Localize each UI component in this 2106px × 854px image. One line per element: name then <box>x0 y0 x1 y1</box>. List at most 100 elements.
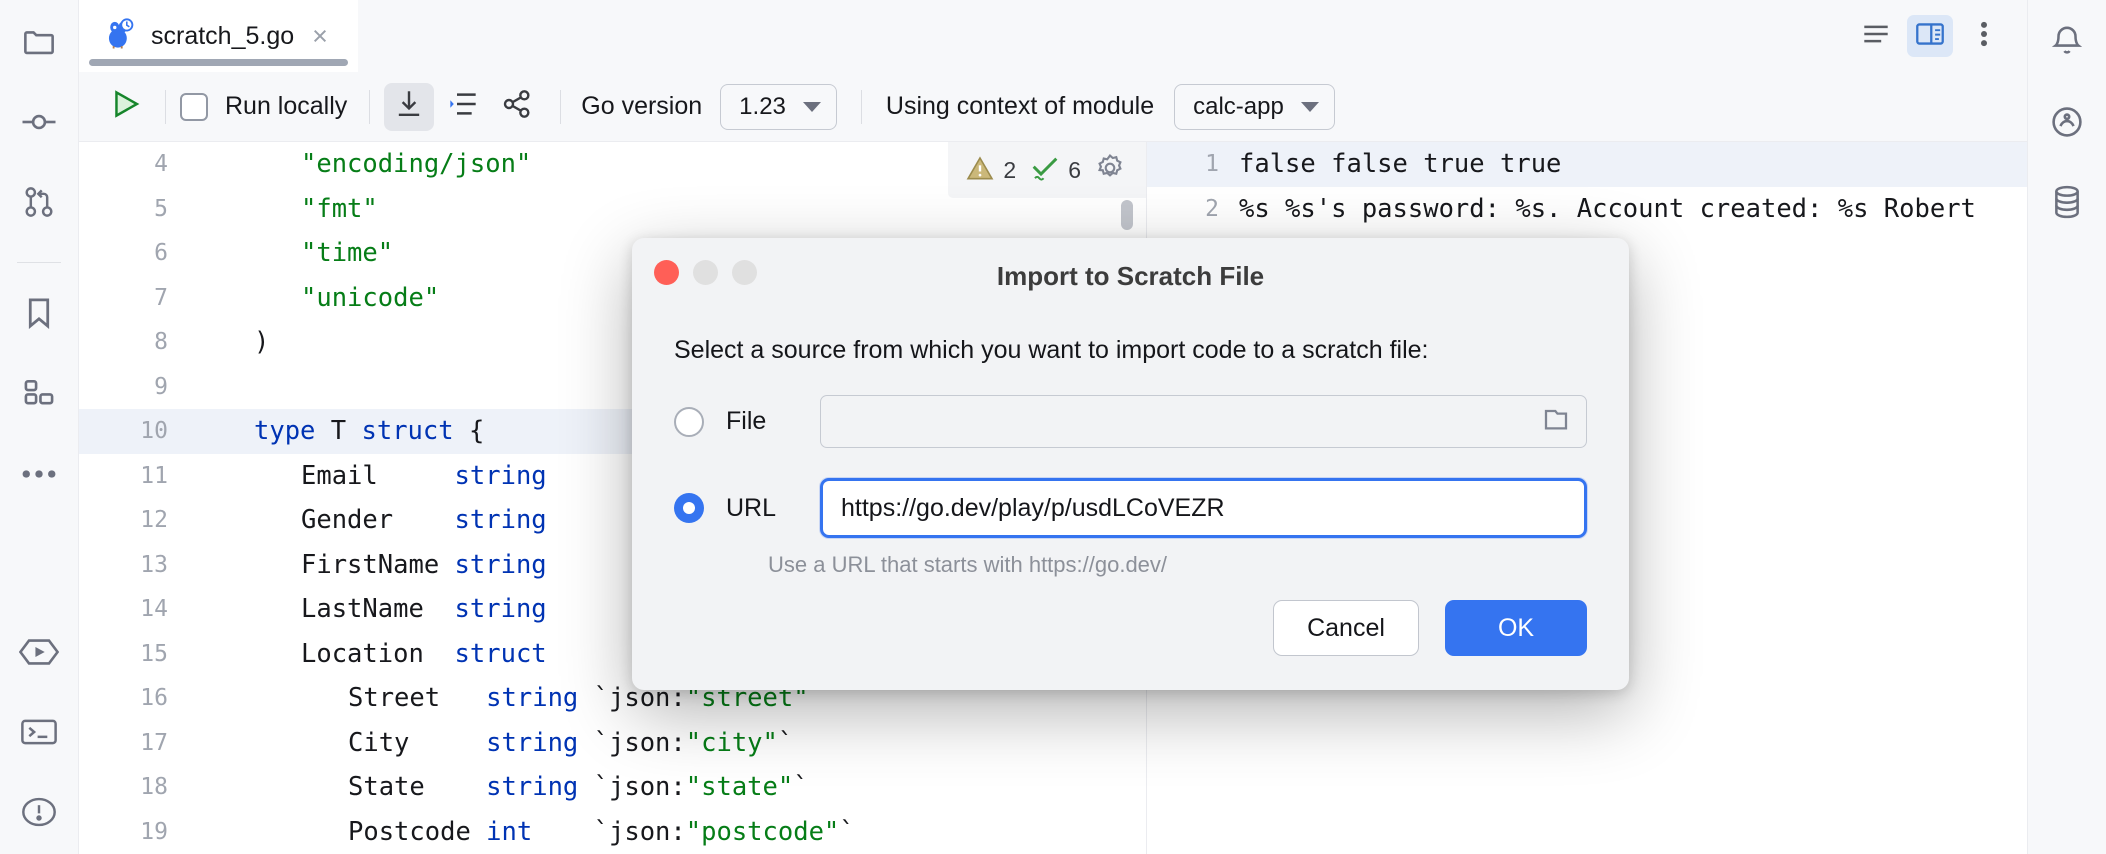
share-button[interactable] <box>492 83 542 131</box>
run-locally-checkbox[interactable]: Run locally <box>180 72 347 142</box>
code-text: "time" <box>301 238 394 269</box>
gear-icon[interactable] <box>1096 153 1124 187</box>
import-to-scratch-file-dialog: Import to Scratch File Select a source f… <box>632 238 1629 690</box>
warning-count: 2 <box>1003 156 1017 183</box>
url-source-row: URL https://go.dev/play/p/usdLCoVEZR <box>674 478 1587 538</box>
code-line[interactable]: 17 City string `json:"city"` <box>79 721 1146 766</box>
code-text: "unicode" <box>301 282 440 313</box>
tab-strip-actions <box>1853 0 2007 72</box>
line-number: 12 <box>140 507 168 534</box>
toolbar-divider <box>560 89 562 124</box>
line-number: 16 <box>140 685 168 712</box>
code-text: "fmt" <box>301 193 378 224</box>
folder-browse-icon[interactable] <box>1542 405 1570 438</box>
url-input[interactable]: https://go.dev/play/p/usdLCoVEZR <box>820 478 1587 538</box>
line-number: 14 <box>140 596 168 623</box>
url-radio-label: URL <box>726 493 777 522</box>
sidebar-item-plugins[interactable] <box>13 369 65 421</box>
list-view-button[interactable] <box>1853 15 1899 57</box>
code-text: ) <box>254 327 270 358</box>
split-view-button[interactable] <box>1907 15 1953 57</box>
module-value: calc-app <box>1193 92 1284 120</box>
editor-scroll-thumb[interactable] <box>1121 200 1133 230</box>
line-number: 19 <box>140 818 168 845</box>
more-actions-button[interactable] <box>1961 15 2007 57</box>
dialog-title: Import to Scratch File <box>996 260 1265 291</box>
line-number: 9 <box>154 373 168 400</box>
sidebar-item-commit[interactable] <box>13 98 65 150</box>
sidebar-item-run[interactable] <box>13 628 65 680</box>
toolbar-divider <box>860 89 862 124</box>
url-radio-button[interactable] <box>674 493 704 523</box>
line-number: 4 <box>154 151 168 178</box>
import-to-scratch-file-button[interactable] <box>384 82 435 131</box>
format-lines-icon <box>449 92 477 121</box>
url-value: https://go.dev/play/p/usdLCoVEZR <box>841 493 1225 522</box>
maximize-window-button[interactable] <box>732 260 757 285</box>
right-tool-rail <box>2027 0 2106 854</box>
run-locally-label: Run locally <box>225 92 348 120</box>
code-text: City string `json:"city"` <box>348 727 794 758</box>
code-text: LastName string <box>301 594 547 625</box>
console-line[interactable]: 2 %s %s's password: %s. Account created: … <box>1147 187 2027 232</box>
code-text: Gender string <box>301 505 547 536</box>
run-hex-icon <box>18 638 60 670</box>
warning-circle-icon <box>21 797 57 832</box>
cancel-button[interactable]: Cancel <box>1273 600 1419 656</box>
dialog-prompt: Select a source from which you want to i… <box>674 336 1429 364</box>
code-text: Location struct <box>301 638 547 669</box>
ide-window: scratch_5.go × Run locally Go version 1.… <box>0 0 2106 854</box>
plugins-icon <box>23 378 55 413</box>
sidebar-item-notifications[interactable] <box>2041 18 2093 70</box>
go-scratch-file-icon <box>103 17 137 56</box>
ok-count: 6 <box>1068 156 1081 183</box>
left-tool-rail <box>0 0 79 854</box>
module-context-label: Using context of module <box>885 92 1155 120</box>
close-window-button[interactable] <box>654 260 679 285</box>
file-radio-button[interactable] <box>674 406 704 437</box>
line-number: 15 <box>140 640 168 667</box>
code-line[interactable]: 19 Postcode int `json:"postcode"` <box>79 810 1146 854</box>
green-check-icon <box>1031 155 1059 186</box>
code-text: type T struct { <box>254 416 485 447</box>
code-text: Email string <box>301 460 547 491</box>
format-code-button[interactable] <box>438 83 488 131</box>
line-number: 13 <box>140 551 168 578</box>
vertical-ellipsis-icon <box>1979 21 1989 52</box>
sidebar-item-project-folder[interactable] <box>13 18 65 70</box>
sidebar-item-pull-requests[interactable] <box>13 178 65 230</box>
file-path-input[interactable] <box>820 395 1587 448</box>
sidebar-item-more-tool-windows[interactable] <box>13 449 65 501</box>
go-version-dropdown[interactable]: 1.23 <box>720 83 837 130</box>
line-number: 7 <box>154 284 168 311</box>
sidebar-item-ai-assistant[interactable] <box>2041 98 2093 150</box>
code-text: State string `json:"state"` <box>348 772 809 803</box>
sidebar-item-database[interactable] <box>2041 178 2093 230</box>
import-download-icon <box>396 90 422 123</box>
ok-button[interactable]: OK <box>1445 600 1587 656</box>
toolbar-divider <box>369 89 371 124</box>
console-line[interactable]: 1 false false true true <box>1147 142 2027 187</box>
minimize-window-button[interactable] <box>693 260 718 285</box>
rail-divider <box>17 262 61 263</box>
code-text: FirstName string <box>301 549 547 580</box>
dialog-body: Select a source from which you want to i… <box>632 314 1629 600</box>
sidebar-item-problems[interactable] <box>13 788 65 840</box>
dialog-title-bar: Import to Scratch File <box>632 238 1629 314</box>
line-number: 18 <box>140 774 168 801</box>
code-line[interactable]: 18 State string `json:"state"` <box>79 765 1146 810</box>
console-text: %s %s's password: %s. Account created: %… <box>1239 193 1976 224</box>
file-radio-label: File <box>726 407 767 435</box>
close-icon[interactable]: × <box>308 22 332 50</box>
module-dropdown[interactable]: calc-app <box>1174 83 1335 130</box>
share-nodes-icon <box>503 90 531 123</box>
run-triangle-icon <box>111 89 141 124</box>
sidebar-item-terminal[interactable] <box>13 708 65 760</box>
run-button[interactable] <box>101 72 151 142</box>
editor-tab-scratch-5-go[interactable]: scratch_5.go × <box>79 0 358 72</box>
line-number: 10 <box>140 418 168 445</box>
sidebar-item-bookmarks[interactable] <box>13 289 65 341</box>
chevron-down-icon <box>1300 101 1319 112</box>
inspection-widget[interactable]: 2 6 <box>948 142 1146 198</box>
checkbox-box[interactable] <box>180 92 208 121</box>
